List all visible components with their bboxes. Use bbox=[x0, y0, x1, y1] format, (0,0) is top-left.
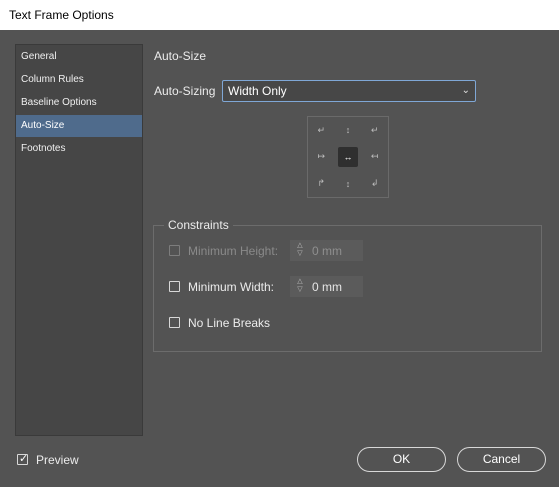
auto-sizing-select[interactable]: Width Only ⌄ bbox=[222, 80, 476, 102]
no-line-breaks-checkbox[interactable] bbox=[169, 317, 180, 328]
min-width-checkbox[interactable] bbox=[169, 281, 180, 292]
sidebar-item-baseline-options[interactable]: Baseline Options bbox=[16, 92, 142, 114]
anchor-center-icon[interactable]: ↔ bbox=[337, 146, 359, 168]
stepper-arrows-icon: △ ▽ bbox=[297, 242, 303, 257]
min-height-checkbox[interactable] bbox=[169, 245, 180, 256]
anchor-bottom-left-icon: ↱ bbox=[317, 178, 326, 189]
no-line-breaks-label: No Line Breaks bbox=[188, 316, 271, 330]
preview-label: Preview bbox=[36, 453, 79, 467]
anchor-top-right-icon: ↵ bbox=[370, 124, 379, 135]
anchor-middle-right-icon: ↤ bbox=[370, 151, 379, 162]
anchor-top-left-icon: ↵ bbox=[317, 124, 326, 135]
stepper-arrows-icon: △ ▽ bbox=[297, 278, 303, 293]
window-title: Text Frame Options bbox=[0, 0, 559, 30]
min-width-label: Minimum Width: bbox=[188, 280, 275, 294]
min-height-value: 0 mm bbox=[312, 244, 342, 258]
preview-checkbox[interactable]: ✓ bbox=[17, 453, 29, 465]
window-bottom-edge bbox=[0, 487, 559, 491]
sidebar-item-auto-size[interactable]: Auto-Size bbox=[16, 115, 142, 137]
anchor-top-center-icon: ↕ bbox=[345, 125, 351, 136]
checkmark-icon: ✓ bbox=[19, 453, 29, 465]
anchor-middle-left-icon: ↦ bbox=[317, 151, 326, 162]
auto-sizing-label: Auto-Sizing bbox=[154, 84, 216, 98]
chevron-down-icon: ⌄ bbox=[461, 85, 470, 96]
ok-button[interactable]: OK bbox=[357, 447, 446, 472]
min-width-value: 0 mm bbox=[312, 280, 342, 294]
options-sidebar: General Column Rules Baseline Options Au… bbox=[15, 44, 143, 436]
cancel-button[interactable]: Cancel bbox=[457, 447, 546, 472]
sidebar-item-footnotes[interactable]: Footnotes bbox=[16, 138, 142, 160]
min-height-label: Minimum Height: bbox=[188, 244, 279, 258]
sidebar-item-column-rules[interactable]: Column Rules bbox=[16, 69, 142, 91]
anchor-bottom-right-icon: ↲ bbox=[370, 178, 379, 189]
constraints-title: Constraints bbox=[164, 218, 233, 232]
reference-point-grid: ↵ ↕ ↵ ↦ ↔ ↤ ↱ ↕ ↲ bbox=[307, 116, 389, 198]
auto-sizing-value: Width Only bbox=[228, 84, 287, 98]
section-title: Auto-Size bbox=[154, 49, 207, 63]
sidebar-item-general[interactable]: General bbox=[16, 46, 142, 68]
anchor-bottom-center-icon: ↕ bbox=[345, 178, 351, 189]
min-height-spinner[interactable]: △ ▽ 0 mm bbox=[290, 240, 363, 261]
min-width-spinner[interactable]: △ ▽ 0 mm bbox=[290, 276, 363, 297]
